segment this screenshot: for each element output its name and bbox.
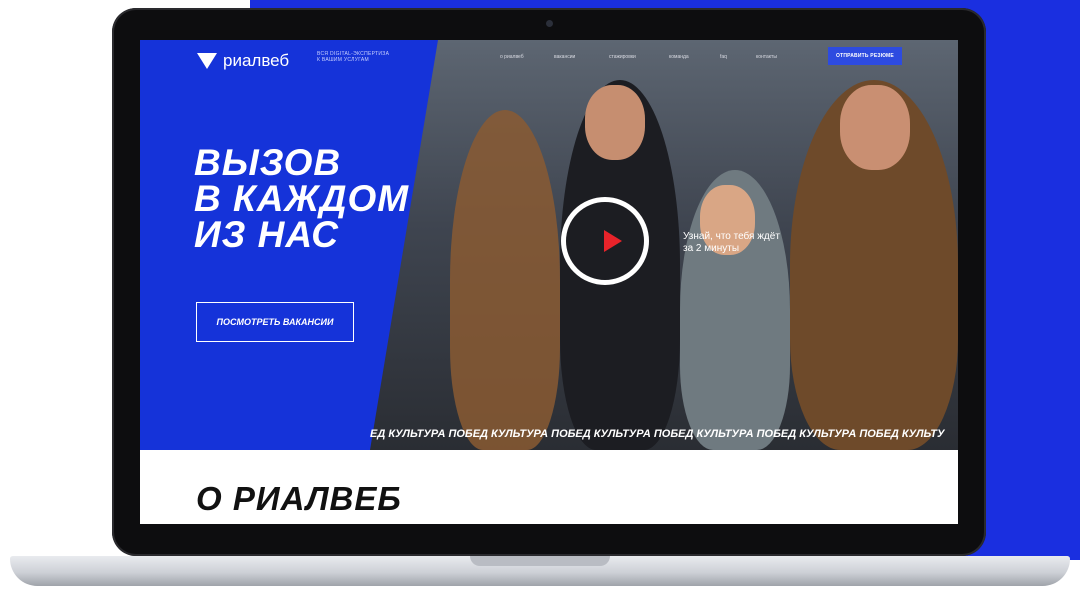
caption-line: Узнай, что тебя ждёт bbox=[683, 231, 780, 242]
person-face bbox=[585, 85, 645, 160]
logo-text: риалвеб bbox=[223, 51, 290, 70]
camera-icon bbox=[546, 20, 553, 27]
video-play-button[interactable] bbox=[561, 197, 649, 285]
nav-link-internships[interactable]: стажировки bbox=[609, 54, 636, 60]
tagline-line: К ВАШИМ УСЛУГАМ bbox=[317, 57, 369, 63]
play-icon bbox=[604, 230, 622, 252]
site-logo[interactable]: риалвеб bbox=[197, 51, 289, 71]
nav-link-faq[interactable]: faq bbox=[720, 54, 727, 60]
header-tagline: ВСЯ DIGITAL-ЭКСПЕРТИЗА К ВАШИМ УСЛУГАМ bbox=[317, 51, 389, 63]
headline-line: ВЫЗОВ bbox=[194, 142, 342, 183]
browser-screen: риалвеб ВСЯ DIGITAL-ЭКСПЕРТИЗА К ВАШИМ У… bbox=[140, 40, 958, 524]
person-face bbox=[840, 85, 910, 170]
send-resume-button[interactable]: ОТПРАВИТЬ РЕЗЮМЕ bbox=[828, 47, 902, 65]
nav-link-contacts[interactable]: контакты bbox=[756, 54, 777, 60]
laptop-notch bbox=[470, 556, 610, 566]
rialweb-triangle-logo-icon bbox=[197, 53, 217, 69]
nav-link-team[interactable]: команда bbox=[669, 54, 689, 60]
about-section-title: О РИАЛВЕБ bbox=[196, 480, 402, 517]
headline-line: В КАЖДОМ bbox=[194, 178, 410, 219]
person-silhouette bbox=[450, 110, 560, 450]
hero-section: риалвеб ВСЯ DIGITAL-ЭКСПЕРТИЗА К ВАШИМ У… bbox=[140, 40, 958, 450]
headline-line: ИЗ НАС bbox=[194, 214, 339, 255]
culture-ticker: ЕД КУЛЬТУРА ПОБЕД КУЛЬТУРА ПОБЕД КУЛЬТУР… bbox=[370, 428, 945, 440]
hero-headline: ВЫЗОВ В КАЖДОМ ИЗ НАС bbox=[194, 142, 410, 255]
video-caption: Узнай, что тебя ждёт за 2 минуты bbox=[683, 231, 780, 255]
nav-link-about[interactable]: о риалвеб bbox=[500, 54, 524, 60]
view-vacancies-button[interactable]: ПОСМОТРЕТЬ ВАКАНСИИ bbox=[196, 302, 354, 342]
caption-line: за 2 минуты bbox=[683, 243, 740, 254]
nav-link-vacancies[interactable]: вакансии bbox=[554, 54, 575, 60]
